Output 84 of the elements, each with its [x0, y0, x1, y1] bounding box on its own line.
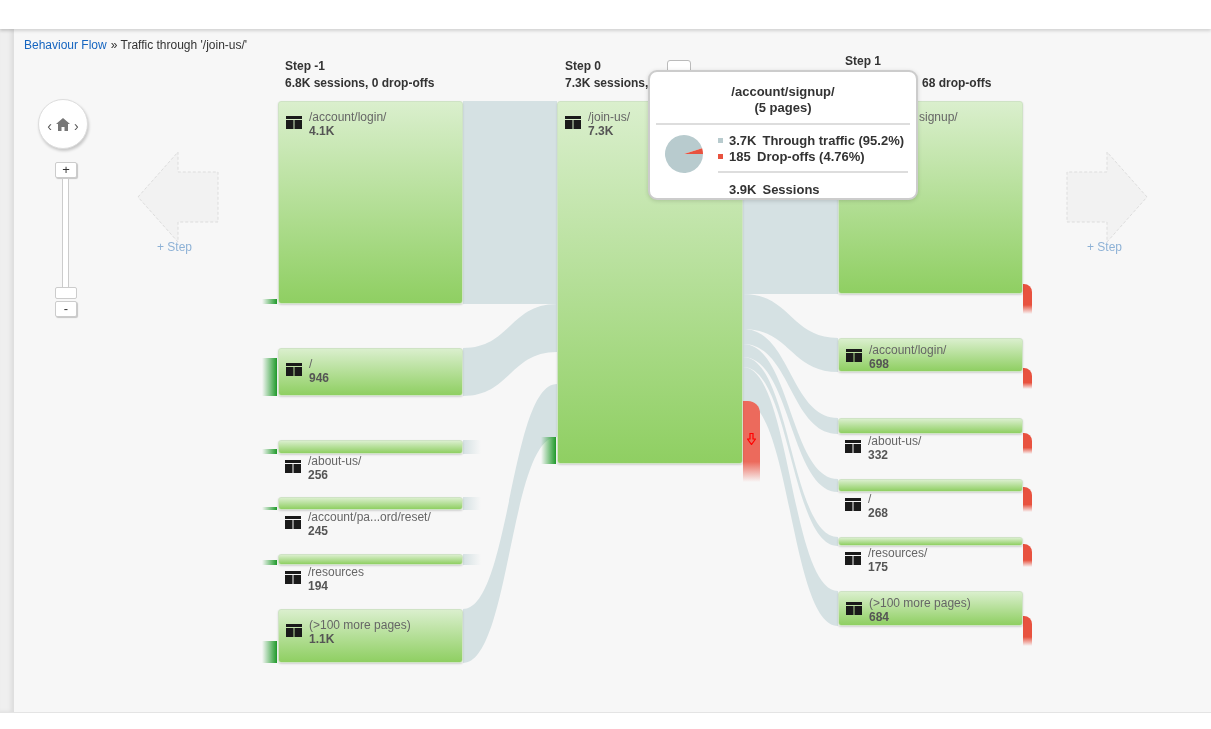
step-title: Step 0	[565, 59, 601, 73]
entrance-bar	[262, 507, 277, 510]
node-label: /account/login/	[869, 343, 947, 357]
entrance-bar	[541, 437, 556, 464]
node-value: 268	[868, 506, 889, 520]
step-summary: 68 drop-offs	[922, 76, 992, 90]
table-icon	[846, 602, 862, 615]
table-icon	[285, 460, 301, 473]
breadcrumb-link[interactable]: Behaviour Flow	[24, 38, 107, 52]
pan-right-button[interactable]: ›	[74, 118, 79, 134]
page-node[interactable]: /account/login/ 698	[838, 338, 1023, 372]
step-title: Step 1	[845, 54, 881, 68]
table-icon	[565, 116, 581, 129]
page-node[interactable]	[838, 537, 1023, 546]
node-value: 946	[309, 371, 330, 385]
table-icon	[285, 516, 301, 529]
node-value: 4.1K	[309, 124, 336, 138]
entrance-bar	[262, 358, 277, 396]
entrance-bar	[262, 299, 277, 304]
node-value: 245	[308, 524, 330, 538]
right-arrow-icon[interactable]	[1066, 151, 1148, 243]
sessions-label: Sessions	[762, 183, 820, 196]
dropoff-bar	[1023, 284, 1032, 314]
tooltip-title: /account/signup/	[731, 84, 835, 100]
node-value: 698	[869, 357, 891, 371]
node-label: /	[309, 357, 314, 371]
page-node[interactable]: /account/login/ 4.1K	[278, 101, 463, 304]
down-arrow-icon	[747, 433, 756, 445]
entrance-bar	[262, 560, 277, 565]
entrance-bar	[262, 641, 277, 663]
node-label: /account/pa...ord/reset/	[308, 510, 431, 524]
dropoff-bar	[1023, 433, 1032, 454]
node-value: 332	[868, 448, 890, 462]
table-icon	[845, 498, 861, 511]
left-arrow-icon[interactable]	[137, 151, 219, 243]
node-label: /resources/	[868, 546, 928, 560]
zoom-in-button[interactable]: +	[55, 162, 77, 178]
step-summary: 6.8K sessions, 0 drop-offs	[285, 76, 435, 90]
page-node[interactable]: (>100 more pages) 1.1K	[278, 609, 463, 663]
table-icon	[845, 440, 861, 453]
slider-thumb[interactable]	[55, 287, 77, 299]
node-value: 194	[308, 579, 330, 593]
table-icon	[286, 624, 302, 637]
page-node[interactable]	[838, 479, 1023, 492]
table-icon	[285, 571, 301, 584]
node-label: /join-us/	[588, 110, 631, 124]
node-value: 7.3K	[588, 124, 615, 138]
tooltip-subtitle: (5 pages)	[754, 100, 812, 116]
page-node[interactable]: / 946	[278, 348, 463, 396]
node-label: (>100 more pages)	[309, 618, 411, 632]
page-node[interactable]	[278, 497, 463, 510]
node-label: /account/login/	[309, 110, 387, 124]
dropoff-bar	[1023, 544, 1032, 567]
page-node[interactable]: (>100 more pages) 684	[838, 591, 1023, 626]
step-summary: 7.3K sessions,	[565, 76, 649, 90]
pan-left-button[interactable]: ‹	[47, 118, 52, 134]
node-label: (>100 more pages)	[869, 596, 971, 610]
table-icon	[845, 552, 861, 565]
breadcrumb-text: » Traffic through '/join-us/'	[110, 38, 248, 52]
zoom-out-button[interactable]: -	[55, 301, 77, 317]
dropoff-bar	[1023, 616, 1032, 646]
dropoff-bar	[1023, 487, 1032, 512]
node-label: /about-us/	[308, 454, 362, 468]
page-node[interactable]	[278, 554, 463, 565]
page-node[interactable]	[838, 418, 1023, 434]
step-title: Step -1	[285, 59, 325, 73]
node-label: signup/	[919, 110, 958, 124]
table-icon	[286, 116, 302, 129]
dropoff-bar	[1023, 368, 1032, 389]
node-label: /resources	[308, 565, 365, 579]
node-value: 256	[308, 468, 330, 482]
home-icon	[56, 117, 70, 131]
navigator-control[interactable]: ‹ ›	[38, 99, 88, 149]
pie-chart-icon	[664, 134, 704, 174]
node-label: /	[868, 492, 873, 506]
page-node[interactable]	[278, 440, 463, 454]
node-label: /about-us/	[868, 434, 922, 448]
node-value: 1.1K	[309, 632, 336, 646]
entrance-bar	[262, 449, 277, 454]
node-value: 175	[868, 560, 890, 574]
zoom-slider[interactable]	[55, 178, 77, 299]
node-value: 684	[869, 610, 891, 624]
table-icon	[286, 363, 302, 376]
table-icon	[846, 349, 862, 362]
